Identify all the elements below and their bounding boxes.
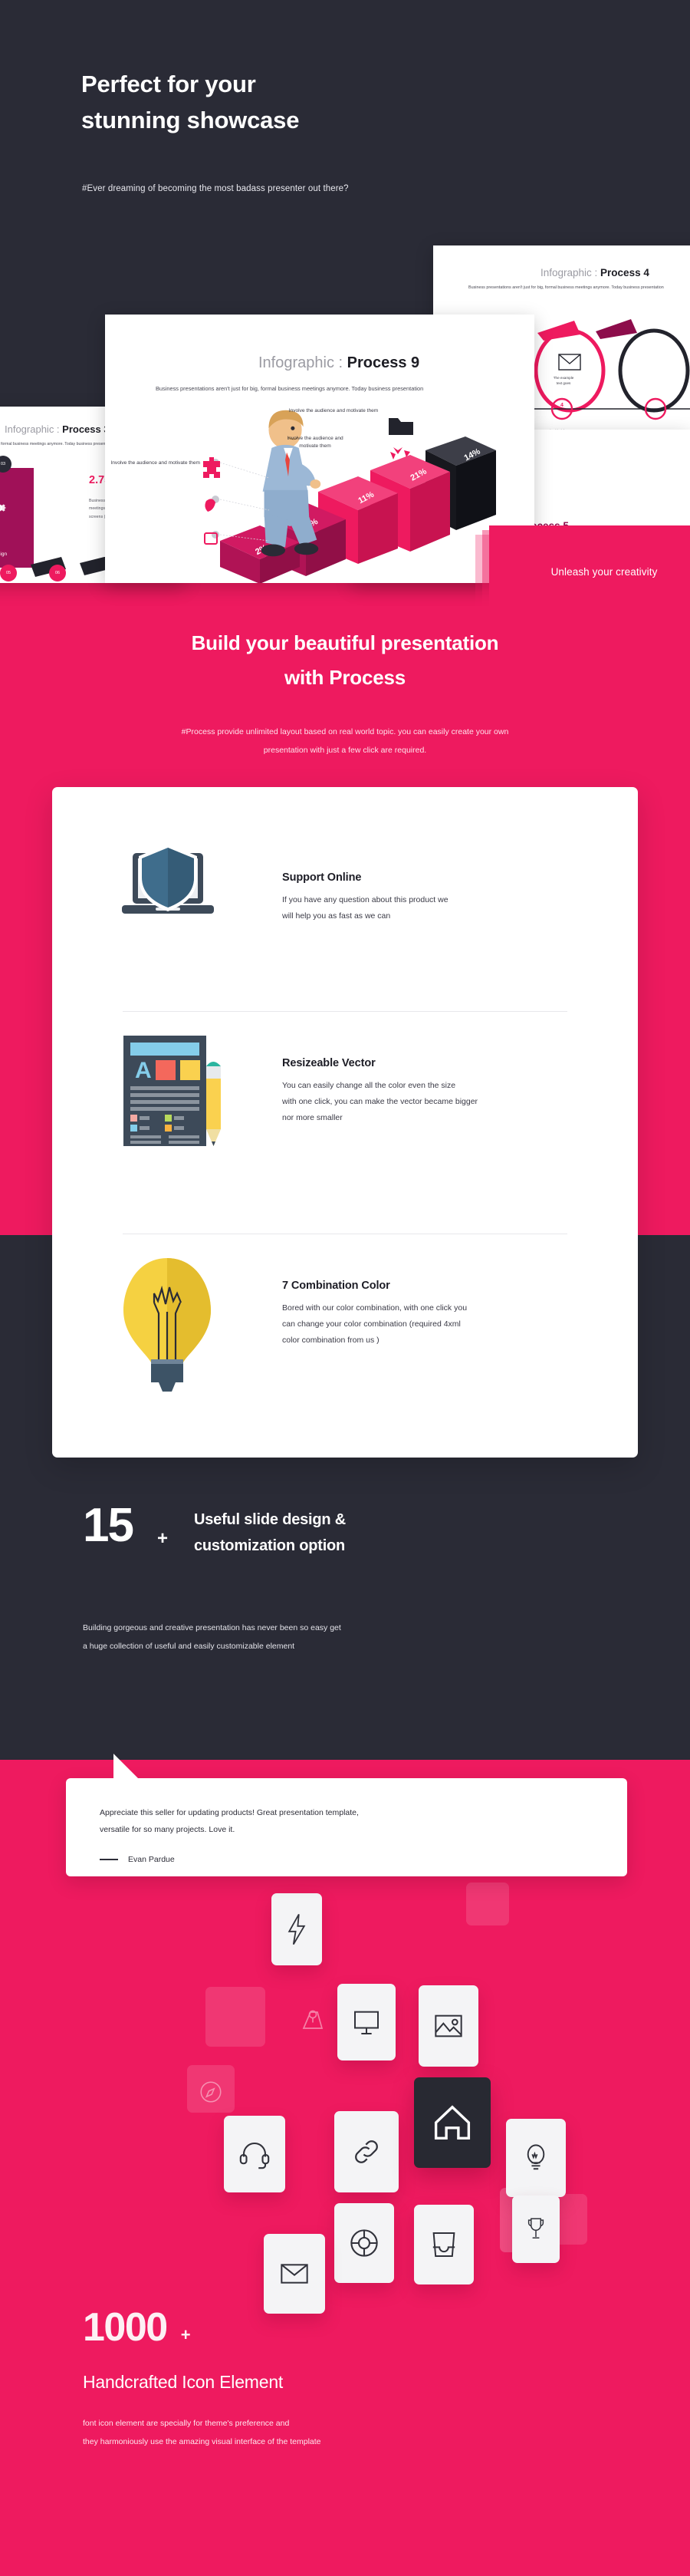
slide-3-badge: Design bbox=[0, 468, 34, 568]
slide-9-connectors bbox=[212, 459, 270, 542]
pink-headline-section: Build your beautiful presentation with P… bbox=[0, 583, 690, 760]
hero-title: Perfect for your stunning showcase bbox=[81, 71, 300, 134]
slide-4-title-prefix: Infographic : bbox=[540, 267, 601, 278]
stats-body: Building gorgeous and creative presentat… bbox=[83, 1623, 341, 1652]
slide-4-desc: Business presentations aren't just for b… bbox=[468, 285, 664, 290]
slide-3-title: Infographic : Process 3 bbox=[5, 423, 110, 435]
slide-3-desc: aren't just for big, formal business mee… bbox=[0, 442, 116, 446]
lifebuoy-icon bbox=[350, 2229, 378, 2257]
slide-9-note-2: Involve the audience and motivate them bbox=[110, 460, 200, 466]
icon-card-headset[interactable] bbox=[224, 2116, 285, 2192]
link-icon bbox=[355, 2140, 378, 2163]
slide-9-note-1: Involve the audience and motivate them bbox=[287, 436, 343, 450]
footer-plus-sign: + bbox=[180, 2325, 191, 2344]
icon-card-link[interactable] bbox=[334, 2111, 399, 2192]
headset-icon bbox=[239, 2143, 270, 2169]
stats-label: Useful slide design & customization opti… bbox=[193, 1511, 347, 1555]
feature-title: 7 Combination Color bbox=[282, 1280, 390, 1292]
slide-4-node-number: 4 bbox=[560, 403, 564, 408]
slide-4-bubble-text: The example text goes bbox=[553, 376, 574, 385]
compass-icon bbox=[200, 2081, 222, 2103]
slide-9-left-icons bbox=[203, 457, 220, 545]
features-card: Support Online If you have any question … bbox=[52, 787, 638, 1458]
icon-card-home[interactable] bbox=[414, 2077, 491, 2168]
pink-headline-title: Build your beautiful presentation with P… bbox=[191, 631, 499, 689]
bolt-icon bbox=[288, 1913, 306, 1945]
stats-plus-sign: + bbox=[156, 1528, 168, 1549]
icon-card-monitor[interactable] bbox=[337, 1984, 396, 2060]
icon-card-lifebuoy[interactable] bbox=[334, 2203, 394, 2283]
feature-title: Resizeable Vector bbox=[282, 1057, 376, 1069]
stats-number: 15 bbox=[83, 1499, 134, 1552]
stats-row: 15 + Useful slide design & customization… bbox=[83, 1502, 346, 1560]
footer-title: Handcrafted Icon Element bbox=[83, 2372, 284, 2392]
testimonial-card: Appreciate this seller for updating prod… bbox=[66, 1754, 627, 1876]
ghost-card bbox=[466, 1883, 509, 1925]
ghost-card bbox=[205, 1987, 265, 2047]
footer-stats-row: 1000 + bbox=[83, 2308, 191, 2347]
slide-3-number-1: 05 bbox=[0, 565, 17, 581]
icon-card-bolt[interactable] bbox=[271, 1893, 322, 1965]
hero-subtitle: #Ever dreaming of becoming the most bada… bbox=[82, 184, 349, 193]
feature-row-support-online: Support Online If you have any question … bbox=[52, 821, 638, 1011]
icon-card-inbox[interactable] bbox=[414, 2205, 474, 2284]
landing-page: Perfect for your stunning showcase #Ever… bbox=[0, 0, 690, 2576]
lightbulb-icon bbox=[52, 1237, 282, 1395]
feature-body: Bored with our color combination, with o… bbox=[282, 1303, 468, 1345]
document-pencil-icon: A bbox=[52, 1014, 282, 1149]
slide-mockups: Infographic : Process 4 Business present… bbox=[0, 222, 690, 627]
testimonial-author: Evan Pardue bbox=[100, 1855, 175, 1864]
feature-row-combination-color: 7 Combination Color Bored with our color… bbox=[52, 1237, 638, 1458]
laptop-shield-icon bbox=[52, 821, 282, 930]
slide-3-title-prefix: Infographic : bbox=[5, 423, 63, 435]
slide-9-note-0: Involve the audience and motivate them bbox=[288, 408, 379, 413]
icon-card-trophy[interactable] bbox=[512, 2196, 560, 2263]
monitor-icon bbox=[354, 2011, 379, 2034]
slide-4-title: Infographic : Process 4 bbox=[540, 267, 649, 278]
feature-text-support-online: Support Online If you have any question … bbox=[282, 821, 638, 924]
map-pin-icon bbox=[302, 2010, 324, 2029]
author-dash bbox=[100, 1859, 118, 1860]
feature-body: You can easily change all the color even… bbox=[282, 1081, 478, 1122]
icon-card-envelope[interactable] bbox=[264, 2234, 325, 2314]
author-name: Evan Pardue bbox=[128, 1855, 175, 1864]
slide-9-title-prefix: Infographic : bbox=[258, 354, 347, 371]
pink-headline-subtitle: #Process provide unlimited layout based … bbox=[181, 727, 509, 756]
trophy-icon bbox=[527, 2218, 544, 2238]
feature-divider bbox=[123, 1011, 567, 1012]
home-icon bbox=[434, 2105, 471, 2140]
envelope-icon bbox=[281, 2264, 308, 2284]
hero-section: Perfect for your stunning showcase #Ever… bbox=[0, 0, 690, 230]
inbox-icon bbox=[432, 2232, 455, 2257]
icon-grid-section bbox=[0, 1872, 690, 2314]
slide-9-title: Infographic : Process 9 bbox=[258, 354, 419, 372]
image-icon bbox=[435, 2014, 462, 2037]
feature-text-resizeable-vector: Resizeable Vector You can easily change … bbox=[282, 1014, 638, 1126]
slide-4-title-strong: Process 4 bbox=[600, 267, 649, 278]
svg-text:A: A bbox=[135, 1058, 152, 1083]
slide-9-stage: 2% 6% 11% 21% 14% bbox=[105, 403, 534, 583]
footer-body: font icon element are specially for them… bbox=[83, 2419, 321, 2446]
slide-3-title-strong: Process 3 bbox=[62, 423, 110, 435]
slide-9-title-strong: Process 9 bbox=[347, 354, 420, 371]
slide-9-right-icons bbox=[389, 418, 413, 460]
feature-row-resizeable-vector: A Resizeable Vector You can easily chang… bbox=[52, 1014, 638, 1234]
feature-title: Support Online bbox=[282, 871, 362, 884]
footer-number: 1000 bbox=[83, 2305, 168, 2350]
slide-9-desc: Business presentations aren't just for b… bbox=[156, 385, 424, 392]
gear-icon bbox=[0, 504, 6, 512]
icon-card-image[interactable] bbox=[419, 1985, 478, 2067]
testimonial-quote: Appreciate this seller for updating prod… bbox=[100, 1808, 359, 1835]
feature-body: If you have any question about this prod… bbox=[282, 895, 449, 921]
slide-process-9[interactable]: Infographic : Process 9 Business present… bbox=[105, 315, 534, 583]
slide-3-number-2: 06 bbox=[49, 565, 66, 581]
icon-card-lightbulb[interactable] bbox=[506, 2119, 566, 2197]
feature-text-combination-color: 7 Combination Color Bored with our color… bbox=[282, 1237, 638, 1349]
slide-3-badge-label: Design bbox=[0, 552, 8, 557]
lightbulb-icon bbox=[527, 2144, 545, 2170]
